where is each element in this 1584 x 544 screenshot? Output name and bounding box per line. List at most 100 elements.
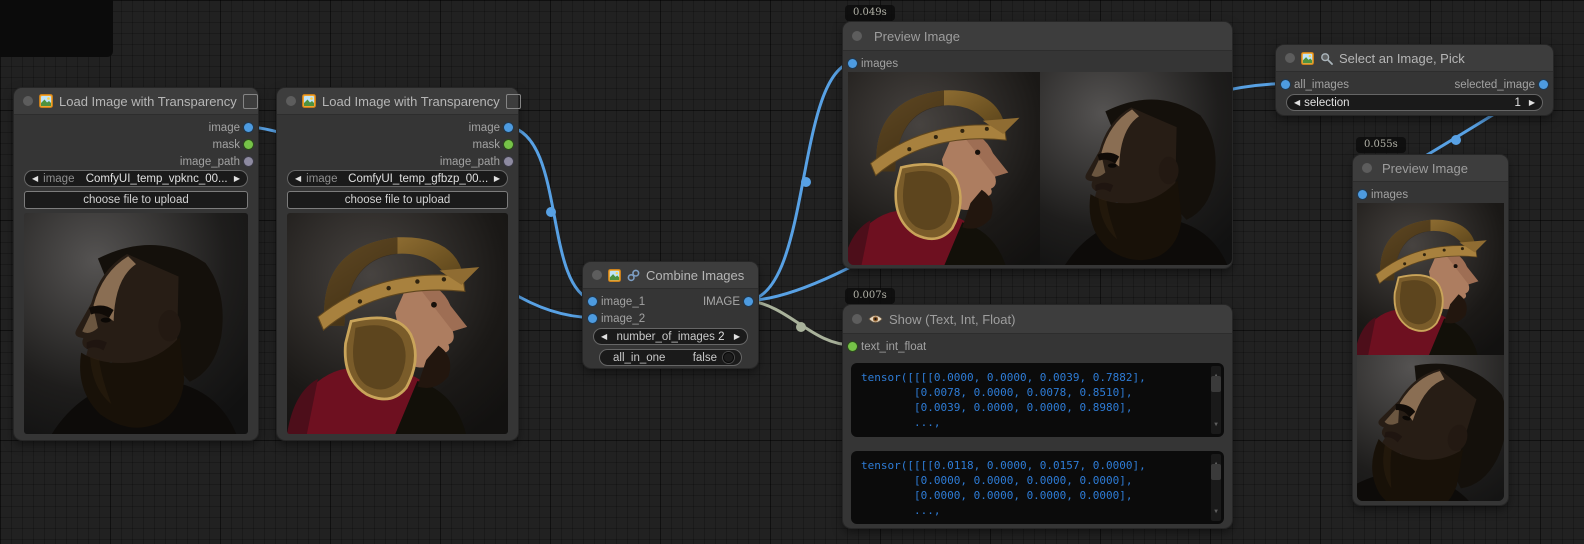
slot-dot-mask[interactable] — [244, 140, 253, 149]
tensor-line: [0.0039, 0.0000, 0.0000, 0.8980], — [861, 400, 1204, 415]
slot-label: image — [209, 122, 240, 134]
output-slot-mask: mask — [277, 136, 518, 153]
output-slot-image-path: image_path — [277, 153, 518, 170]
tensor-line: [0.0000, 0.0000, 0.0000, 0.0000], — [861, 473, 1204, 488]
output-slot-image: image — [277, 119, 518, 136]
collapse-dot[interactable] — [23, 96, 33, 106]
slot-dot-image[interactable] — [504, 123, 513, 132]
slot-label: mask — [473, 139, 500, 151]
node-header: Select an Image, Pick — [1276, 45, 1553, 72]
input-slot-text-int-float: text_int_float — [843, 338, 1232, 355]
slot-dot-image-2[interactable] — [588, 314, 597, 323]
widget-label: all_in_one — [613, 352, 665, 364]
collapse-dot[interactable] — [286, 96, 296, 106]
increment-arrow-icon[interactable]: ▶ — [1529, 99, 1535, 107]
combo-value: ComfyUI_temp_vpknc_00... — [79, 173, 233, 185]
graph-canvas[interactable]: Load Image with Transparency image mask … — [0, 0, 1584, 544]
scrollbar-thumb[interactable] — [1211, 376, 1221, 392]
image-preview-bearded-man — [24, 213, 248, 434]
node-preview-image-top[interactable]: Preview Image images — [843, 22, 1232, 268]
slot-label: mask — [213, 139, 240, 151]
widget-label: number_of_images — [616, 331, 714, 343]
widget-value: false — [693, 352, 717, 364]
upload-button[interactable]: choose file to upload — [24, 191, 248, 209]
node-header: Combine Images — [583, 262, 758, 289]
input-slot-all-images: all_images selected_image — [1276, 76, 1553, 93]
tensor-line: ..., — [861, 415, 1204, 430]
tensor-line: tensor([[[[0.0000, 0.0000, 0.0039, 0.788… — [861, 370, 1204, 385]
collapse-dot[interactable] — [592, 270, 602, 280]
picture-icon — [302, 94, 316, 108]
output-slot-mask: mask — [14, 136, 258, 153]
slot-dot-image-path[interactable] — [244, 157, 253, 166]
node-title: Load Image with Transparency — [59, 94, 237, 109]
slot-dot-images[interactable] — [1358, 190, 1367, 199]
number-of-images-widget[interactable]: ◀ number_of_images 2 ▶ — [593, 328, 748, 345]
tensor-output-box-2[interactable]: tensor([[[[0.0118, 0.0000, 0.0157, 0.000… — [851, 451, 1224, 524]
collapse-dot[interactable] — [852, 314, 862, 324]
slot-dot-text-int-float[interactable] — [848, 342, 857, 351]
node-combine-images[interactable]: Combine Images image_1 IMAGE image_2 ◀ n… — [583, 262, 758, 368]
selection-widget[interactable]: ◀ selection 1 ▶ — [1286, 94, 1543, 111]
input-slot-image-1: image_1 IMAGE — [583, 293, 758, 310]
slot-dot-selected-image[interactable] — [1539, 80, 1548, 89]
node-title: Preview Image — [874, 29, 960, 44]
collapse-dot[interactable] — [1285, 53, 1295, 63]
node-header: Load Image with Transparency — [277, 88, 518, 115]
next-arrow-icon[interactable]: ▶ — [234, 175, 240, 183]
next-arrow-icon[interactable]: ▶ — [494, 175, 500, 183]
node-select-an-image[interactable]: Select an Image, Pick all_images selecte… — [1276, 45, 1553, 115]
scroll-down-icon[interactable]: ▼ — [1214, 504, 1218, 519]
pin-checkbox[interactable] — [243, 94, 258, 109]
tensor-line: ..., — [861, 503, 1204, 518]
slot-label: all_images — [1294, 79, 1349, 91]
slot-dot-all-images[interactable] — [1281, 80, 1290, 89]
node-load-image-1[interactable]: Load Image with Transparency image mask … — [14, 88, 258, 440]
slot-dot-image-1[interactable] — [588, 297, 597, 306]
execution-time-badge: 0.049s — [845, 5, 895, 21]
wire-load2-to-combine — [509, 127, 593, 301]
tensor-output-box-1[interactable]: tensor([[[[0.0000, 0.0000, 0.0039, 0.788… — [851, 363, 1224, 437]
slot-dot-IMAGE[interactable] — [744, 297, 753, 306]
node-preview-image-right[interactable]: Preview Image images — [1353, 155, 1508, 505]
increment-arrow-icon[interactable]: ▶ — [734, 333, 740, 341]
image-preview-combined-faces — [848, 72, 1232, 265]
node-show-text-int-float[interactable]: Show (Text, Int, Float) text_int_float t… — [843, 305, 1232, 528]
slot-dot-image[interactable] — [244, 123, 253, 132]
scrollbar-thumb[interactable] — [1211, 464, 1221, 480]
node-title: Load Image with Transparency — [322, 94, 500, 109]
input-slot-images: images — [843, 55, 1232, 72]
slot-dot-mask[interactable] — [504, 140, 513, 149]
widget-value: 1 — [1514, 97, 1520, 109]
wire-combine-to-show — [749, 301, 853, 346]
slot-label: image_path — [440, 156, 500, 168]
node-header: Load Image with Transparency — [14, 88, 258, 115]
picture-icon — [39, 94, 53, 108]
widget-label: selection — [1304, 97, 1349, 109]
all-in-one-toggle-widget[interactable]: all_in_one false — [599, 349, 742, 366]
decrement-arrow-icon[interactable]: ◀ — [1294, 99, 1300, 107]
prev-arrow-icon[interactable]: ◀ — [295, 175, 301, 183]
image-combo-widget[interactable]: ◀ image ComfyUI_temp_gfbzp_00... ▶ — [287, 170, 508, 187]
upload-button[interactable]: choose file to upload — [287, 191, 508, 209]
tensor-line: [0.0000, 0.0000, 0.0000, 0.0000], — [861, 488, 1204, 503]
slot-label: image_2 — [601, 313, 645, 325]
image-preview-roman-soldier — [287, 213, 508, 434]
offscreen-image-corner — [0, 0, 113, 57]
picture-icon — [608, 269, 621, 282]
input-slot-images: images — [1353, 186, 1508, 203]
scroll-down-icon[interactable]: ▼ — [1214, 417, 1218, 432]
prev-arrow-icon[interactable]: ◀ — [32, 175, 38, 183]
node-title: Select an Image, Pick — [1339, 51, 1465, 66]
output-slot-image-path: image_path — [14, 153, 258, 170]
collapse-dot[interactable] — [1362, 163, 1372, 173]
execution-time-badge: 0.055s — [1356, 137, 1406, 153]
pin-checkbox[interactable] — [506, 94, 521, 109]
collapse-dot[interactable] — [852, 31, 862, 41]
slot-dot-images[interactable] — [848, 59, 857, 68]
tensor-line: [0.0078, 0.0000, 0.0078, 0.8510], — [861, 385, 1204, 400]
image-combo-widget[interactable]: ◀ image ComfyUI_temp_vpknc_00... ▶ — [24, 170, 248, 187]
node-load-image-2[interactable]: Load Image with Transparency image mask … — [277, 88, 518, 440]
slot-dot-image-path[interactable] — [504, 157, 513, 166]
toggle-knob[interactable] — [723, 352, 734, 363]
